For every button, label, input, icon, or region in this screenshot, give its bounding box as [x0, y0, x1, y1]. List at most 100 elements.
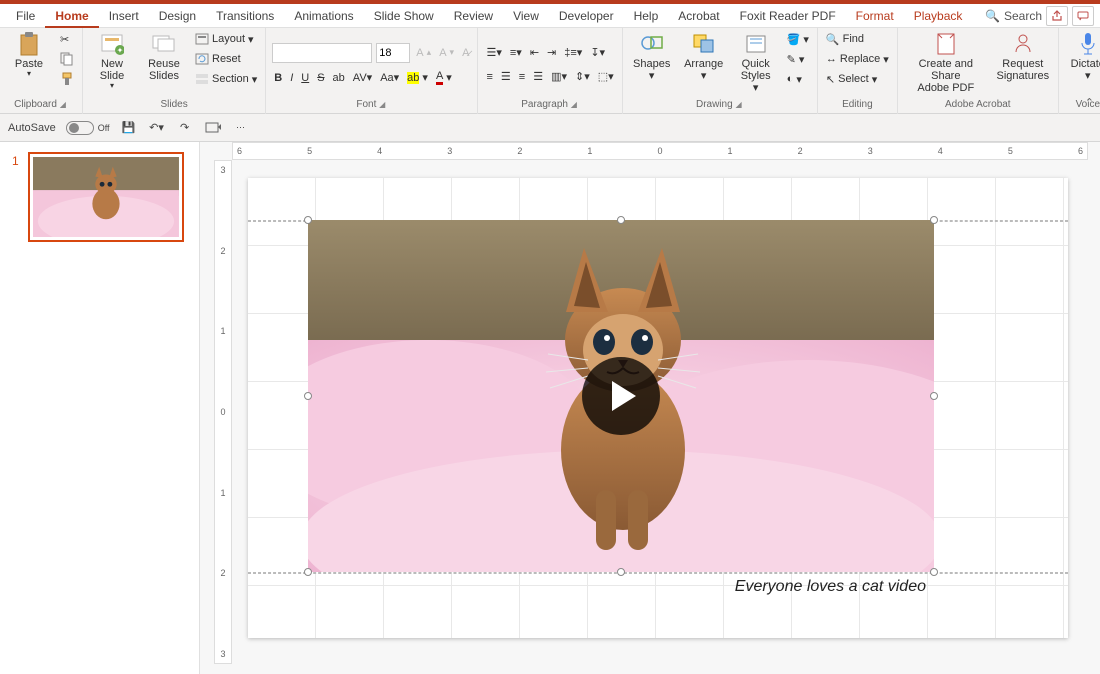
autosave-label: AutoSave: [8, 122, 56, 134]
tab-animations[interactable]: Animations: [284, 4, 363, 28]
change-case-button[interactable]: Aa▾: [378, 69, 401, 87]
columns-button[interactable]: ▥▾: [549, 68, 569, 86]
grow-font-button[interactable]: A▴: [414, 44, 433, 62]
resize-handle-ml[interactable]: [304, 392, 312, 400]
slide[interactable]: Everyone loves a cat video: [248, 178, 1068, 638]
reuse-slides-button[interactable]: Reuse Slides: [141, 30, 187, 94]
quick-styles-icon: [744, 32, 768, 56]
slide-canvas-area[interactable]: 6543210123456 3210123: [200, 142, 1100, 674]
tab-playback[interactable]: Playback: [904, 4, 973, 28]
search-box[interactable]: 🔍 Search: [985, 9, 1042, 23]
tab-insert[interactable]: Insert: [99, 4, 149, 28]
resize-handle-tr[interactable]: [930, 216, 938, 224]
reset-button[interactable]: Reset: [193, 50, 259, 68]
tab-help[interactable]: Help: [624, 4, 669, 28]
paste-icon: [17, 32, 41, 56]
group-acrobat: Create and Share Adobe PDF Request Signa…: [898, 28, 1059, 114]
shadow-button[interactable]: ab: [331, 69, 347, 87]
mic-icon: [1076, 32, 1100, 56]
tab-view[interactable]: View: [503, 4, 549, 28]
horizontal-ruler: 6543210123456: [232, 142, 1088, 160]
tab-design[interactable]: Design: [149, 4, 206, 28]
tab-review[interactable]: Review: [444, 4, 503, 28]
replace-button[interactable]: ↔Replace ▾: [824, 50, 891, 68]
tab-transitions[interactable]: Transitions: [206, 4, 284, 28]
align-left-button[interactable]: ≡: [484, 68, 494, 86]
new-slide-button[interactable]: ✦ New Slide▾: [89, 30, 135, 94]
section-button[interactable]: Section ▾: [193, 70, 259, 88]
new-slide-icon: ✦: [100, 32, 124, 56]
shapes-button[interactable]: Shapes▾: [629, 30, 675, 94]
tab-home[interactable]: Home: [45, 4, 98, 28]
qat-customize-button[interactable]: ⋯: [232, 119, 250, 137]
paste-button[interactable]: Paste▾: [6, 30, 52, 94]
redo-button[interactable]: ↷: [176, 119, 194, 137]
justify-button[interactable]: ☰: [531, 68, 545, 86]
resize-handle-mr[interactable]: [930, 392, 938, 400]
tab-foxit[interactable]: Foxit Reader PDF: [730, 4, 846, 28]
tab-slideshow[interactable]: Slide Show: [364, 4, 444, 28]
cut-button[interactable]: ✂: [58, 30, 76, 48]
slide-thumbnails: 1: [0, 142, 200, 674]
comments-button[interactable]: [1072, 6, 1094, 26]
reuse-slides-icon: [152, 32, 176, 56]
highlight-button[interactable]: ab▾: [405, 69, 430, 87]
resize-handle-br[interactable]: [930, 568, 938, 576]
tab-acrobat[interactable]: Acrobat: [668, 4, 729, 28]
arrange-button[interactable]: Arrange▾: [681, 30, 727, 94]
spacing-button[interactable]: AV▾: [351, 69, 374, 87]
tab-developer[interactable]: Developer: [549, 4, 624, 28]
numbering-button[interactable]: ≡▾: [508, 44, 524, 62]
decrease-indent-button[interactable]: ⇤: [528, 44, 541, 62]
format-painter-button[interactable]: [58, 70, 76, 88]
cut-icon: ✂: [60, 33, 69, 46]
shape-fill-button[interactable]: 🪣▾: [785, 30, 811, 48]
bullets-button[interactable]: ☰▾: [484, 44, 503, 62]
font-size-input[interactable]: [376, 43, 410, 63]
select-button[interactable]: ↖Select ▾: [824, 70, 891, 88]
tab-file[interactable]: File: [6, 4, 45, 28]
start-from-beginning-button[interactable]: [204, 119, 222, 137]
video-play-button[interactable]: [582, 357, 660, 435]
italic-button[interactable]: I: [288, 69, 295, 87]
align-text-button[interactable]: ⇕▾: [573, 68, 592, 86]
caption-text[interactable]: Everyone loves a cat video: [735, 578, 926, 596]
align-center-button[interactable]: ☰: [499, 68, 513, 86]
shape-outline-button[interactable]: ✎▾: [785, 50, 811, 68]
undo-button[interactable]: ↶▾: [148, 119, 166, 137]
create-pdf-button[interactable]: Create and Share Adobe PDF: [904, 30, 988, 94]
autosave-toggle[interactable]: [66, 121, 94, 135]
video-object[interactable]: [308, 220, 934, 572]
dictate-button[interactable]: Dictate▾: [1065, 30, 1100, 94]
collapse-ribbon-button[interactable]: ⌃: [1085, 96, 1094, 109]
find-button[interactable]: 🔍Find: [824, 30, 891, 48]
font-name-input[interactable]: [272, 43, 372, 63]
quick-styles-button[interactable]: Quick Styles▾: [733, 30, 779, 94]
bold-button[interactable]: B: [272, 69, 284, 87]
underline-button[interactable]: U: [299, 69, 311, 87]
align-right-button[interactable]: ≡: [517, 68, 527, 86]
resize-handle-bm[interactable]: [617, 568, 625, 576]
arrange-icon: [692, 32, 716, 56]
search-label: Search: [1004, 9, 1042, 23]
font-color-button[interactable]: A▾: [434, 69, 454, 87]
request-signatures-button[interactable]: Request Signatures: [994, 30, 1052, 94]
svg-text:✦: ✦: [117, 46, 124, 55]
resize-handle-tl[interactable]: [304, 216, 312, 224]
clear-format-button[interactable]: A̷: [460, 44, 471, 62]
save-button[interactable]: 💾: [120, 119, 138, 137]
resize-handle-tm[interactable]: [617, 216, 625, 224]
smartart-button[interactable]: ⬚▾: [596, 68, 616, 86]
resize-handle-bl[interactable]: [304, 568, 312, 576]
line-spacing-button[interactable]: ‡≡▾: [562, 44, 584, 62]
increase-indent-button[interactable]: ⇥: [545, 44, 558, 62]
shape-effects-button[interactable]: ◐▾: [785, 70, 811, 88]
slide-thumbnail-1[interactable]: 1: [28, 152, 184, 242]
tab-format[interactable]: Format: [846, 4, 904, 28]
share-button[interactable]: [1046, 6, 1068, 26]
shrink-font-button[interactable]: A▾: [437, 44, 456, 62]
strike-button[interactable]: S: [315, 69, 326, 87]
layout-button[interactable]: Layout ▾: [193, 30, 259, 48]
copy-button[interactable]: [58, 50, 76, 68]
text-direction-button[interactable]: ↧▾: [588, 44, 607, 62]
